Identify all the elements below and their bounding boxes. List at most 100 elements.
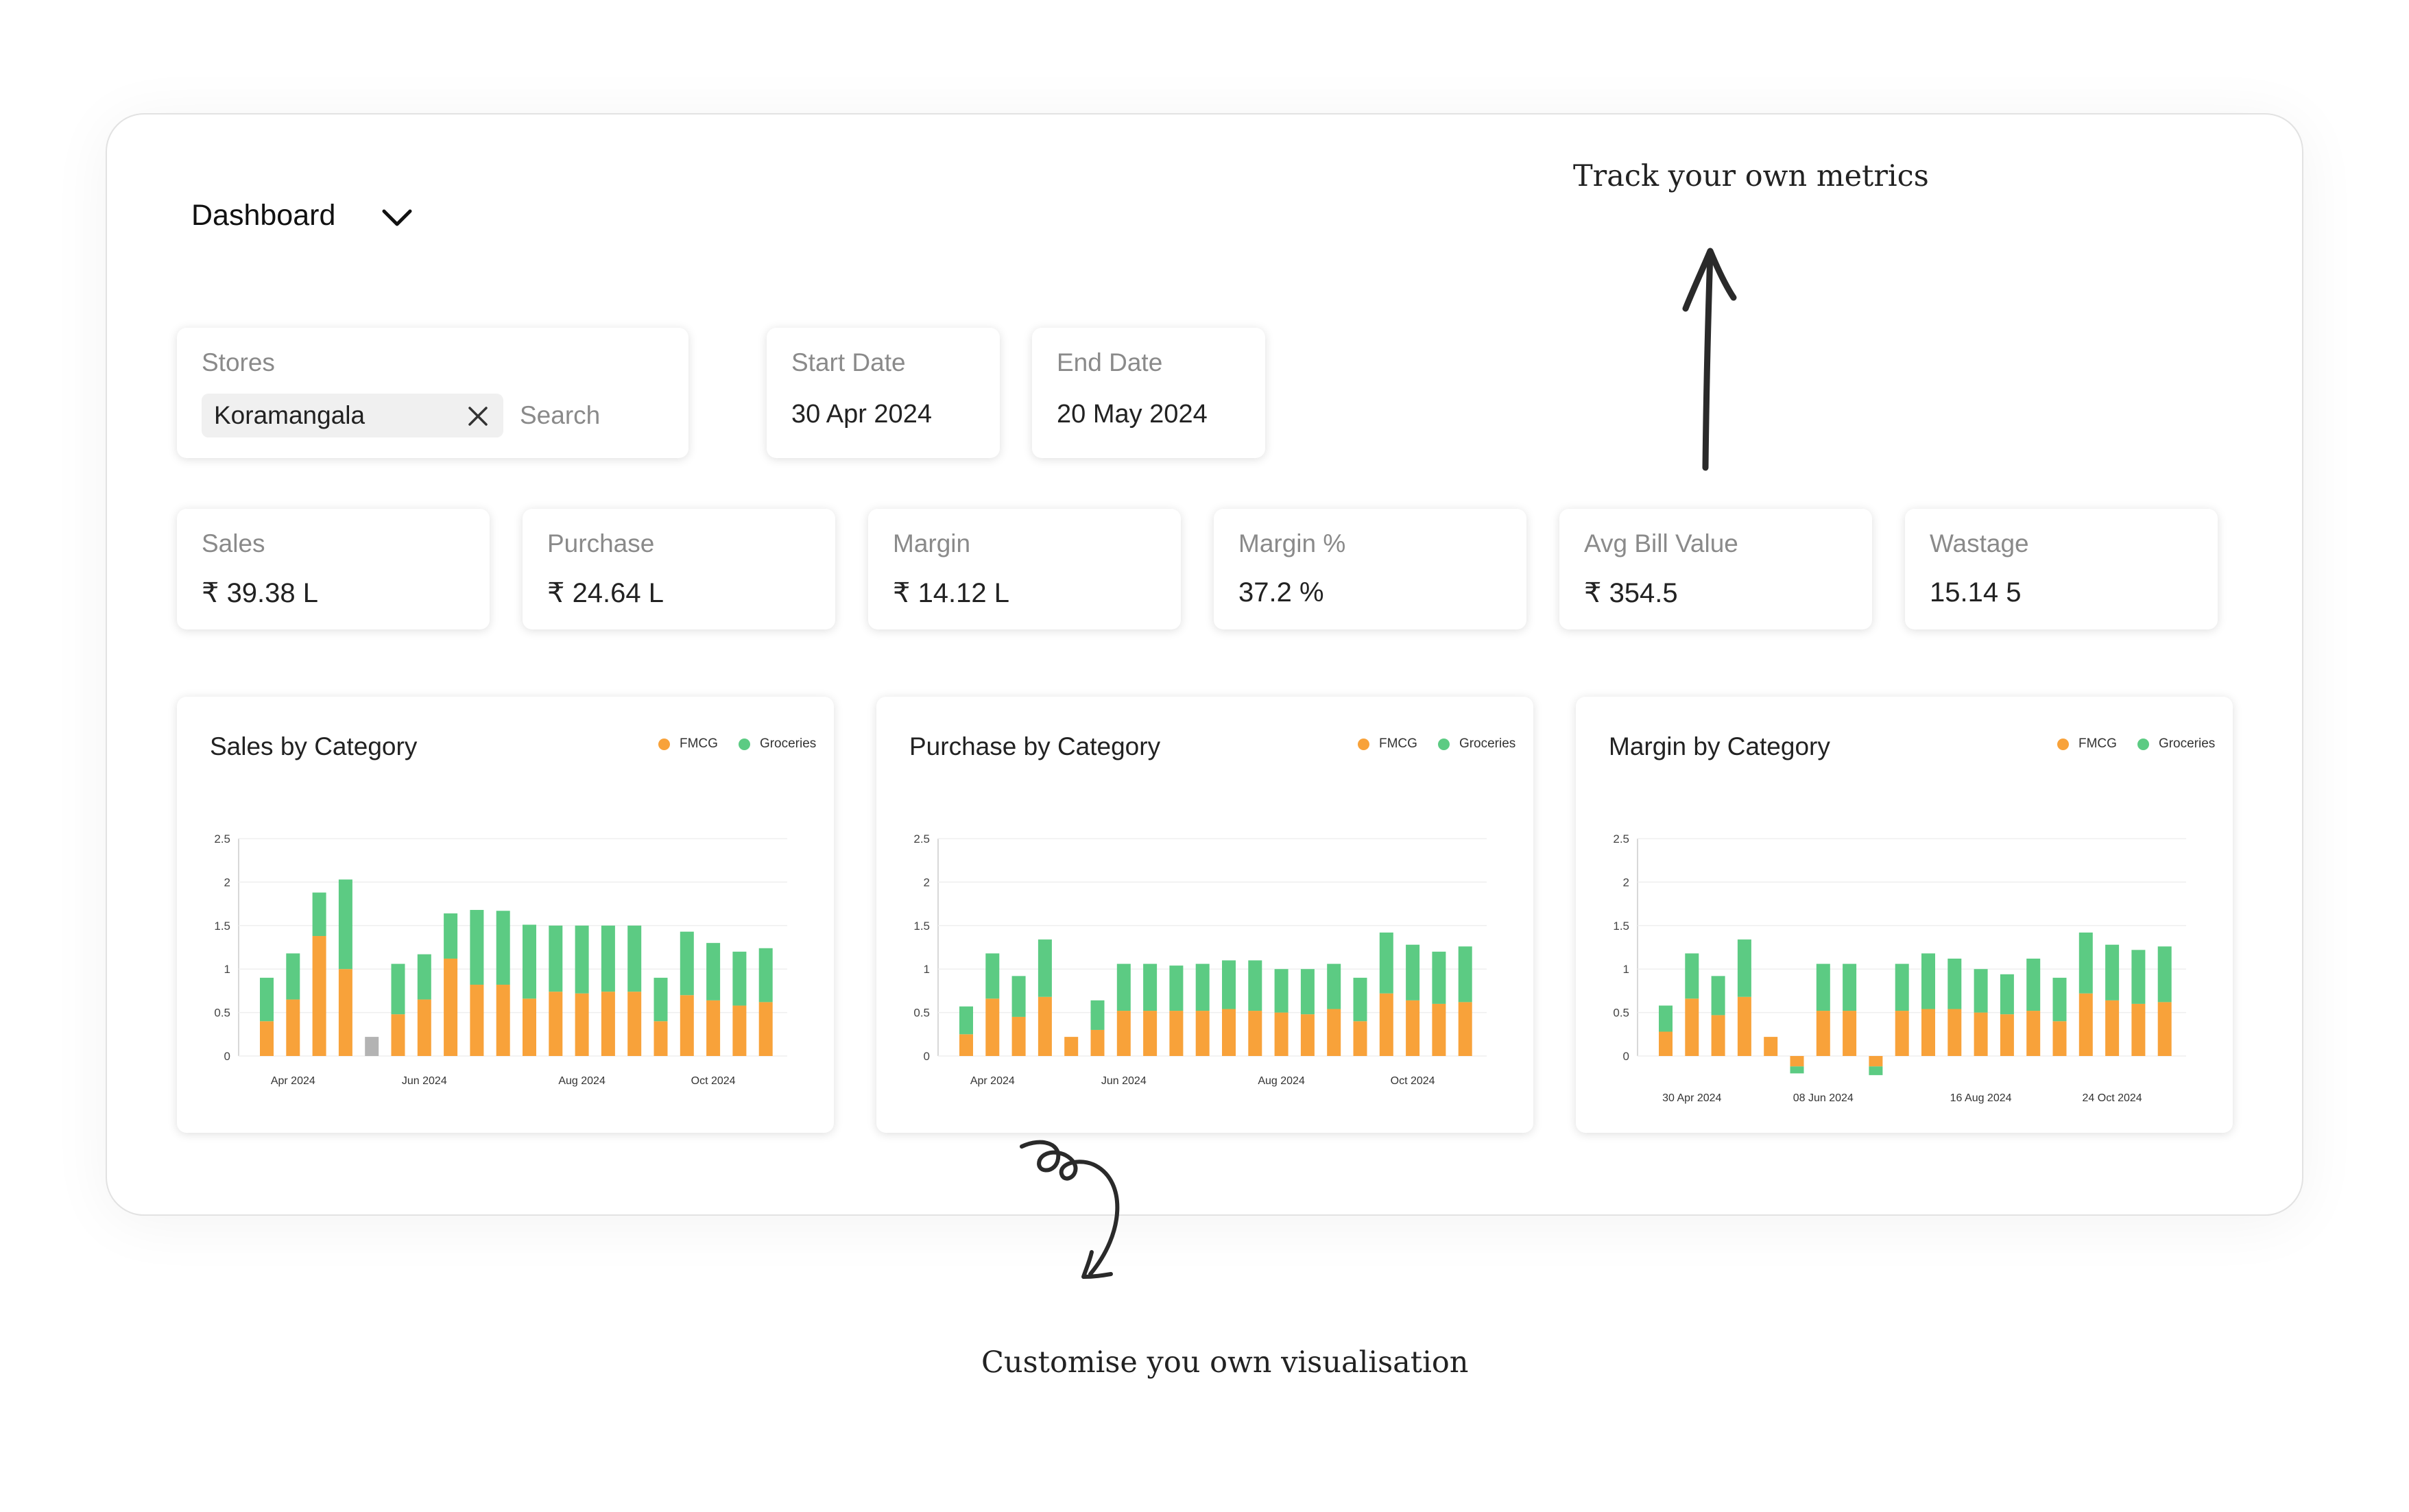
y-tick-label: 1.5 (214, 920, 230, 933)
bar-fmcg (1869, 1056, 1883, 1067)
bar-fmcg (1090, 1029, 1105, 1056)
bar-fmcg (417, 999, 431, 1056)
x-tick-label: Oct 2024 (691, 1075, 736, 1087)
bar-stack (1711, 976, 1725, 1056)
x-tick-label: Aug 2024 (558, 1075, 606, 1087)
x-tick-label: 16 Aug 2024 (1950, 1092, 2012, 1104)
bar-fmcg (2157, 1002, 2172, 1056)
bar-fmcg (1764, 1037, 1778, 1056)
bar-groceries (1895, 963, 1909, 1011)
start-date-card[interactable]: Start Date 30 Apr 2024 (767, 328, 1000, 458)
bar-stack (1764, 1037, 1778, 1056)
bar-stack (1458, 946, 1472, 1056)
bar-groceries (1921, 953, 1935, 1009)
bar-stack (654, 977, 668, 1056)
bar-stack (365, 1037, 379, 1056)
bar-stack (1274, 969, 1289, 1056)
y-tick-label: 1.5 (913, 920, 930, 933)
metric-card-margin-percent: Margin % 37.2 % (1214, 509, 1526, 629)
bar-stack (2026, 958, 2041, 1056)
close-icon[interactable] (466, 405, 490, 428)
bar-groceries (627, 925, 642, 992)
bar-groceries (1038, 939, 1052, 997)
x-tick-label: Jun 2024 (1101, 1075, 1147, 1087)
x-tick-label: Jun 2024 (402, 1075, 447, 1087)
end-date-card[interactable]: End Date 20 May 2024 (1032, 328, 1265, 458)
bar-fmcg (496, 985, 510, 1056)
bar-fmcg (1248, 1011, 1262, 1056)
bar-fmcg (1169, 1011, 1184, 1056)
metric-card-purchase: Purchase ₹ 24.64 L (523, 509, 835, 629)
bar-groceries (2078, 932, 2093, 994)
bar-stack (1038, 939, 1052, 1056)
annotation-top: Track your own metrics (1573, 159, 1929, 193)
chart-plot: 2.5 2 1.5 1 0.5 0 30 Apr 2024 08 Jun 2024 16 Aug… (1613, 832, 2186, 1104)
bar-stack (1379, 932, 1393, 1056)
bar-groceries (1327, 963, 1341, 1009)
bar-groceries (1869, 1066, 1883, 1075)
bar-groceries (1816, 963, 1830, 1011)
bar-stack (1947, 958, 1962, 1056)
bar-groceries (1737, 939, 1751, 997)
bar-stack (1090, 1000, 1105, 1056)
metric-value: ₹ 354.5 (1584, 578, 1678, 608)
y-tick-label: 0 (224, 1050, 230, 1063)
bar-fmcg (1685, 998, 1699, 1056)
x-tick-label: 24 Oct 2024 (2083, 1092, 2142, 1104)
store-search-input[interactable]: Search (520, 401, 600, 430)
bar-fmcg (959, 1034, 973, 1056)
bar-groceries (1974, 969, 1988, 1013)
bar-groceries (732, 951, 747, 1006)
dashboard-title[interactable]: Dashboard (191, 199, 335, 232)
curly-arrow-icon (1020, 1140, 1120, 1279)
bar-stack (758, 948, 773, 1056)
bar-stack (732, 951, 747, 1056)
bar-fmcg (2078, 993, 2093, 1056)
bar-groceries (1274, 969, 1289, 1013)
bar-stack (706, 943, 721, 1056)
chevron-down-icon[interactable] (381, 204, 413, 232)
bar-fmcg (1406, 1000, 1420, 1056)
bar-fmcg (1116, 1011, 1131, 1056)
metric-card-avg-bill-value: Avg Bill Value ₹ 354.5 (1559, 509, 1872, 629)
bar-stack (1406, 944, 1420, 1056)
y-tick-label: 1 (924, 963, 930, 976)
bar-groceries (601, 925, 615, 992)
chart-card-margin: Margin by Category FMCG Groceries 2.5 2 1.… (1576, 697, 2233, 1133)
metric-value: ₹ 24.64 L (547, 578, 664, 608)
bar-fmcg (1195, 1011, 1210, 1056)
bar-fmcg (444, 958, 458, 1056)
bar-groceries (654, 977, 668, 1022)
chart-plot: 2.5 2 1.5 1 0.5 0 Apr 2024 Jun 2024 Aug 2024 Oct … (214, 832, 787, 1087)
bar-groceries (2157, 946, 2172, 1003)
bar-fmcg (549, 992, 563, 1056)
bar-groceries (1248, 960, 1262, 1011)
bar-fmcg (1432, 1003, 1446, 1056)
bar-fmcg (654, 1021, 668, 1056)
bar-groceries (2052, 977, 2067, 1022)
bar-stack (1248, 960, 1262, 1056)
bar-groceries (1458, 946, 1472, 1003)
metric-value: ₹ 14.12 L (893, 578, 1010, 608)
bar-stack (2052, 977, 2067, 1056)
bar-groceries (1222, 960, 1236, 1009)
chart-card-purchase: Purchase by Category FMCG Groceries 2.5 2… (876, 697, 1533, 1133)
bar-groceries (1090, 1000, 1105, 1030)
metric-value: 37.2 % (1238, 577, 1324, 608)
metric-label: Margin % (1238, 529, 1346, 557)
store-chip[interactable]: Koramangala (202, 394, 503, 437)
y-tick-label: 2 (224, 876, 230, 889)
bar-fmcg (1011, 1016, 1026, 1056)
bar-groceries (1843, 963, 1857, 1011)
metric-value: ₹ 39.38 L (202, 578, 319, 608)
bar-stack (1974, 969, 1988, 1056)
bar-groceries (1406, 944, 1420, 1000)
bar-fmcg (1790, 1056, 1804, 1067)
metric-card-margin: Margin ₹ 14.12 L (868, 509, 1181, 629)
bar-stack (338, 879, 352, 1056)
bar-groceries (959, 1006, 973, 1035)
chart-plot: 2.5 2 1.5 1 0.5 0 Apr 2024 Jun 2024 Aug 2024 Oct … (913, 832, 1487, 1087)
bar-stack (1737, 939, 1751, 1056)
metric-card-sales: Sales ₹ 39.38 L (177, 509, 490, 629)
metric-card-wastage: Wastage 15.14 5 (1905, 509, 2218, 629)
